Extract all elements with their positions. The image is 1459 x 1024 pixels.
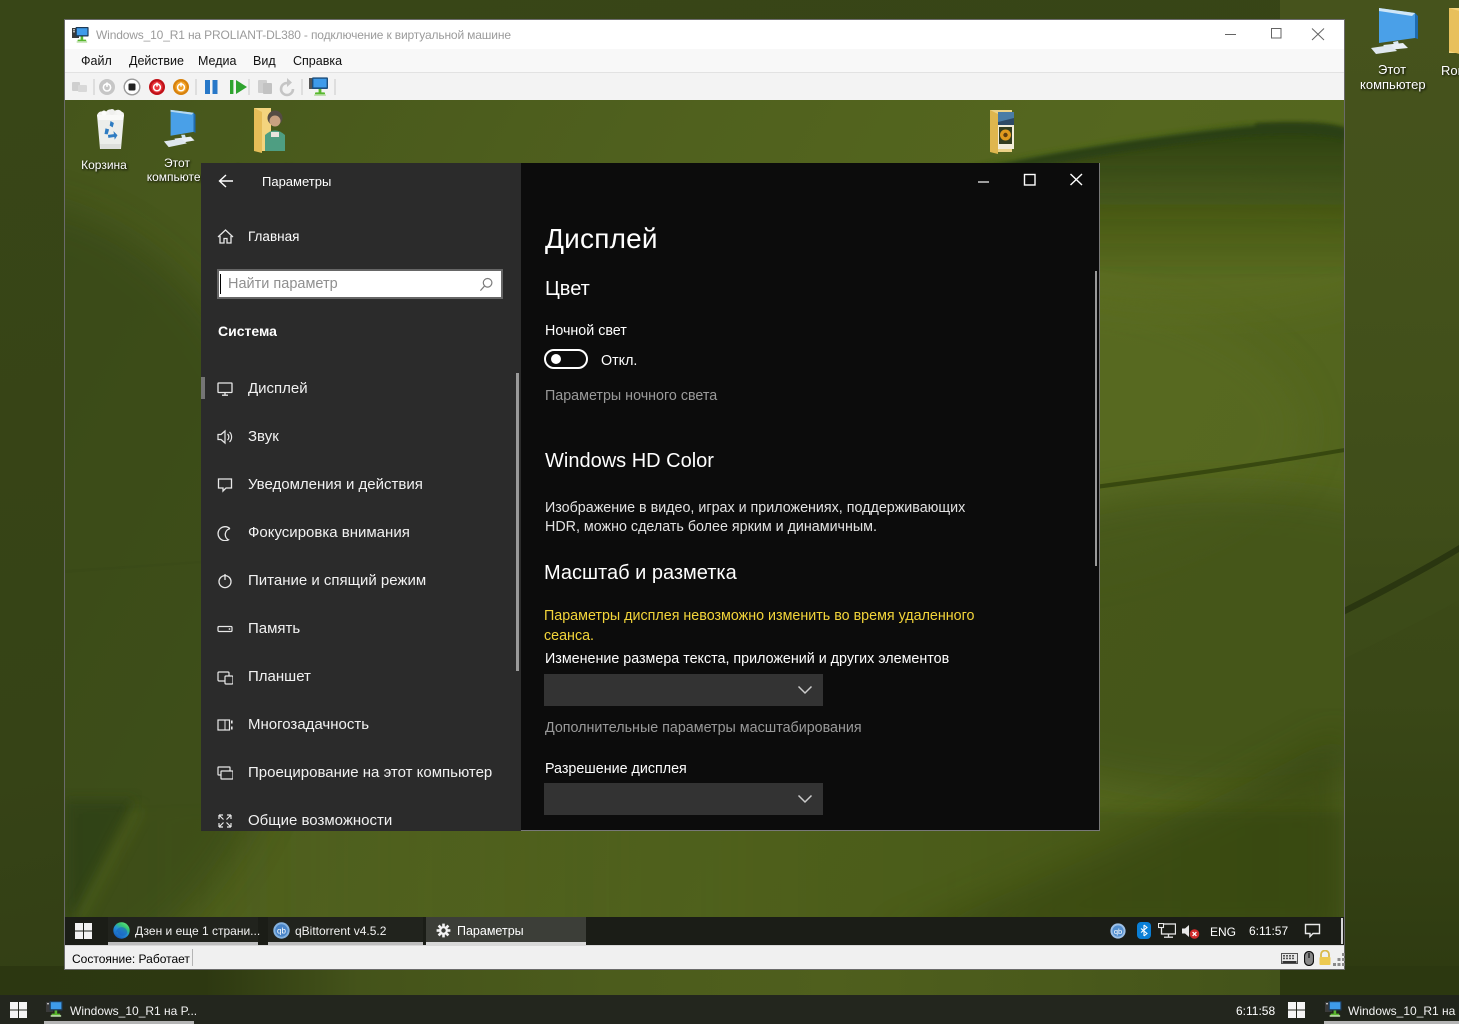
svg-text:qb: qb	[1114, 927, 1122, 936]
svg-text:qb: qb	[277, 927, 286, 936]
